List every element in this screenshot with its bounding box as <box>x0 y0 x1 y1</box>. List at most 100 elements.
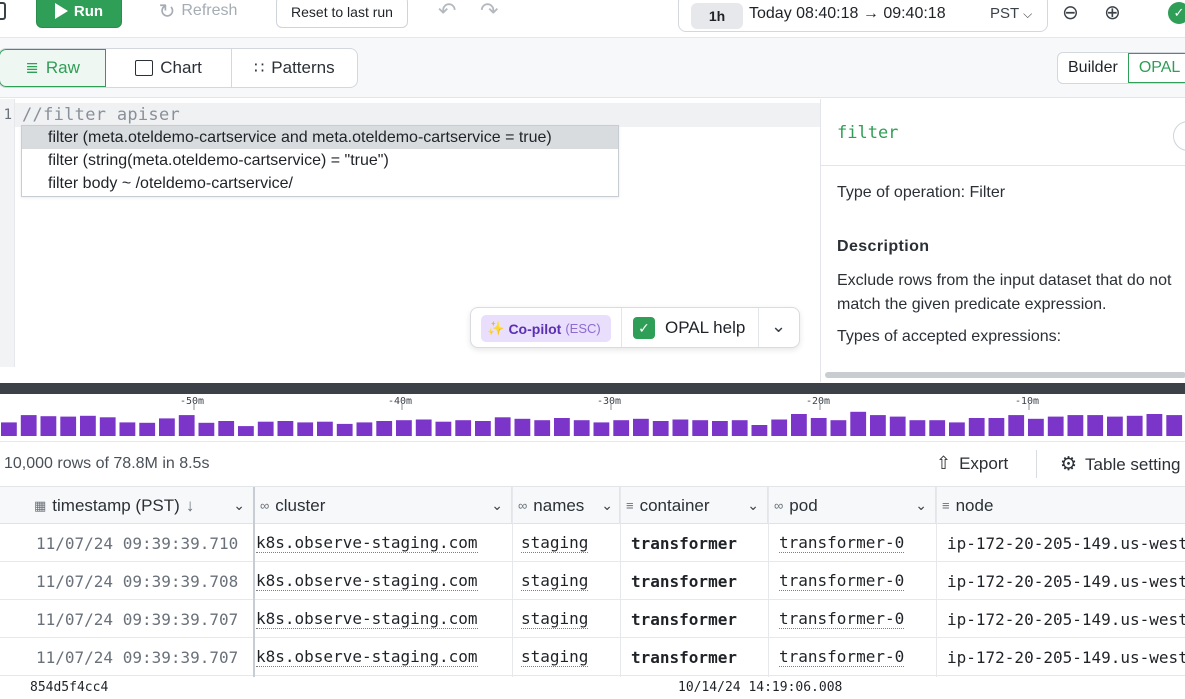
histogram-bar[interactable] <box>257 421 274 436</box>
table-row[interactable]: 11/07/24 09:39:39.708 k8s.observe-stagin… <box>0 562 1185 600</box>
opal-help-label[interactable]: OPAL help <box>665 318 745 338</box>
histogram-bar[interactable] <box>771 419 788 437</box>
opal-editor[interactable]: 1 //filter apiser filter (meta.oteldemo-… <box>0 99 820 382</box>
zoom-out-icon[interactable]: ⊖ <box>1062 0 1079 25</box>
histogram-bar[interactable] <box>336 423 353 436</box>
cluster-link[interactable]: k8s.observe-staging.com <box>256 533 478 553</box>
histogram-bar[interactable] <box>850 411 867 436</box>
chevron-down-icon[interactable]: ⌄ <box>771 316 786 337</box>
cell-pod[interactable]: transformer-0 <box>779 562 905 600</box>
histogram-bar[interactable] <box>593 422 610 436</box>
pod-link[interactable]: transformer-0 <box>779 609 905 629</box>
code-line[interactable]: //filter apiser <box>22 105 180 125</box>
cluster-link[interactable]: k8s.observe-staging.com <box>256 609 478 629</box>
column-header-names[interactable]: ∞ names ⌄ <box>512 487 620 524</box>
chevron-down-icon[interactable]: ⌄ <box>233 497 245 514</box>
table-row[interactable]: 11/07/24 09:39:39.707 k8s.observe-stagin… <box>0 638 1185 676</box>
histogram-bar[interactable] <box>613 420 630 436</box>
table-settings-button[interactable]: ⚙ Table setting <box>1060 453 1181 476</box>
cell-names[interactable]: staging <box>521 600 589 638</box>
cell-cluster[interactable]: k8s.observe-staging.com <box>256 638 478 676</box>
histogram-bar[interactable] <box>791 414 807 436</box>
timezone-select[interactable]: PST ⌵ <box>990 5 1032 22</box>
tab-builder[interactable]: Builder <box>1058 53 1128 83</box>
histogram-bar[interactable] <box>455 420 472 436</box>
reset-to-last-run-button[interactable]: Reset to last run <box>276 0 408 28</box>
histogram[interactable]: -50m -40m -30m -20m -10m <box>0 394 1185 442</box>
pod-link[interactable]: transformer-0 <box>779 647 905 667</box>
histogram-bar[interactable] <box>475 421 491 436</box>
histogram-bar[interactable] <box>712 421 728 436</box>
histogram-bar[interactable] <box>870 415 886 436</box>
histogram-bar[interactable] <box>317 421 333 436</box>
histogram-bar[interactable] <box>731 420 748 436</box>
cell-cluster[interactable]: k8s.observe-staging.com <box>256 524 478 562</box>
histogram-bar[interactable] <box>1146 414 1163 436</box>
cell-cluster[interactable]: k8s.observe-staging.com <box>256 600 478 638</box>
chevron-down-icon[interactable]: ⌄ <box>491 497 503 514</box>
status-check-icon[interactable]: ✓ <box>1168 2 1185 24</box>
export-button[interactable]: ⇧ Export <box>936 453 1008 474</box>
histogram-bar[interactable] <box>1166 415 1183 436</box>
time-range-picker[interactable]: 1h Today 08:40:18 → 09:40:18 PST ⌵ <box>678 0 1048 32</box>
redo-icon[interactable]: ↷ <box>480 0 498 24</box>
column-header-timestamp[interactable]: ▦ timestamp (PST) ↓ ⌄ <box>28 487 254 524</box>
histogram-bar[interactable] <box>1008 415 1025 436</box>
undo-icon[interactable]: ↶ <box>438 0 456 24</box>
histogram-bar[interactable] <box>415 419 432 437</box>
table-row[interactable]: 11/07/24 09:39:39.707 k8s.observe-stagin… <box>0 600 1185 638</box>
histogram-bar[interactable] <box>1028 418 1044 436</box>
frozen-column-divider[interactable] <box>253 487 255 677</box>
horizontal-scrollbar[interactable] <box>825 372 1185 378</box>
chevron-down-icon[interactable]: ⌄ <box>915 497 927 514</box>
autocomplete-item[interactable]: filter body ~ /oteldemo-cartservice/ <box>22 173 618 196</box>
histogram-bar[interactable] <box>988 418 1005 436</box>
close-icon[interactable] <box>1173 121 1185 151</box>
refresh-button[interactable]: ↻ Refresh <box>150 0 246 26</box>
names-link[interactable]: staging <box>521 571 589 591</box>
histogram-bar[interactable] <box>929 420 946 436</box>
column-header-node[interactable]: ≡ node <box>936 487 1185 524</box>
chevron-down-icon[interactable]: ⌄ <box>601 497 613 514</box>
histogram-bar[interactable] <box>119 422 136 436</box>
histogram-bar[interactable] <box>159 418 175 436</box>
chevron-down-icon[interactable]: ⌄ <box>747 497 759 514</box>
cluster-link[interactable]: k8s.observe-staging.com <box>256 571 478 591</box>
histogram-bar[interactable] <box>178 415 195 436</box>
histogram-bar[interactable] <box>396 420 412 436</box>
histogram-bar[interactable] <box>633 418 649 436</box>
range-pill[interactable]: 1h <box>691 3 743 29</box>
names-link[interactable]: staging <box>521 533 589 553</box>
sort-desc-icon[interactable]: ↓ <box>186 496 195 516</box>
cell-names[interactable]: staging <box>521 524 589 562</box>
table-row[interactable]: 11/07/24 09:39:39.710 k8s.observe-stagin… <box>0 524 1185 562</box>
panel-splitter[interactable] <box>0 383 1185 394</box>
autocomplete-item[interactable]: filter (string(meta.oteldemo-cartservice… <box>22 149 618 172</box>
histogram-bar[interactable] <box>751 425 768 436</box>
cell-pod[interactable]: transformer-0 <box>779 638 905 676</box>
pod-link[interactable]: transformer-0 <box>779 533 905 553</box>
histogram-bar[interactable] <box>1087 415 1104 436</box>
histogram-bar[interactable] <box>692 420 709 436</box>
histogram-bar[interactable] <box>356 422 373 436</box>
histogram-bar[interactable] <box>1047 416 1064 436</box>
tab-patterns[interactable]: ∷ Patterns <box>232 49 357 87</box>
copilot-button[interactable]: ✨ Co-pilot (ESC) <box>481 315 611 342</box>
histogram-bar[interactable] <box>99 417 116 436</box>
histogram-bar[interactable] <box>909 420 926 436</box>
histogram-bar[interactable] <box>968 418 985 436</box>
histogram-bar[interactable] <box>297 422 314 436</box>
histogram-bar[interactable] <box>1067 415 1084 436</box>
tab-opal[interactable]: OPAL <box>1127 53 1185 83</box>
tab-chart[interactable]: Chart <box>106 49 232 87</box>
histogram-bar[interactable] <box>20 415 37 436</box>
cell-names[interactable]: staging <box>521 562 589 600</box>
cell-names[interactable]: staging <box>521 638 589 676</box>
cell-cluster[interactable]: k8s.observe-staging.com <box>256 562 478 600</box>
histogram-bar[interactable] <box>435 421 452 436</box>
column-header-cluster[interactable]: ∞ cluster ⌄ <box>254 487 512 524</box>
histogram-bar[interactable] <box>80 415 96 436</box>
opal-help-checkbox[interactable]: ✓ <box>633 317 655 339</box>
histogram-bar[interactable] <box>573 420 590 436</box>
histogram-bar[interactable] <box>514 418 531 436</box>
